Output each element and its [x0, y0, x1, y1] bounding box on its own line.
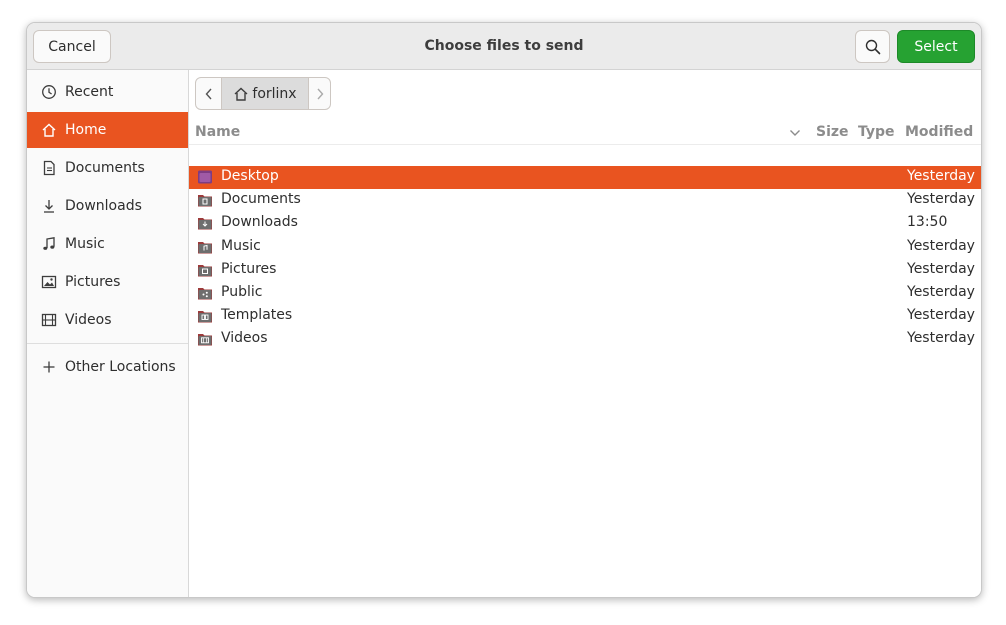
- file-chooser-dialog: Choose files to send Cancel Select Recen…: [26, 22, 982, 598]
- file-modified: Yesterday: [907, 284, 975, 300]
- sidebar-item-label: Downloads: [65, 198, 142, 214]
- sidebar-item-pictures[interactable]: Pictures: [27, 264, 188, 300]
- file-name: Public: [221, 284, 263, 300]
- file-modified: 13:50: [907, 214, 948, 230]
- clock-icon: [40, 83, 58, 101]
- documents-folder-icon: [198, 195, 212, 207]
- home-icon: [40, 121, 58, 139]
- path-button-label: forlinx: [252, 85, 297, 102]
- sidebar-item-videos[interactable]: Videos: [27, 302, 188, 338]
- sidebar-item-label: Other Locations: [65, 359, 176, 375]
- music-note-icon: [40, 235, 58, 253]
- file-row[interactable]: Downloads 13:50: [189, 212, 981, 235]
- column-header: Name Size Type Modified: [189, 122, 981, 145]
- file-modified: Yesterday: [907, 168, 975, 184]
- header-bar: Choose files to send Cancel Select: [27, 23, 981, 70]
- film-icon: [40, 311, 58, 329]
- picture-icon: [40, 273, 58, 291]
- file-row[interactable]: Desktop Yesterday: [189, 166, 981, 189]
- videos-folder-icon: [198, 334, 212, 346]
- sidebar-item-label: Pictures: [65, 274, 121, 290]
- file-name: Videos: [221, 330, 268, 346]
- templates-folder-icon: [198, 311, 212, 323]
- path-back-button[interactable]: [196, 78, 221, 109]
- dialog-title: Choose files to send: [424, 38, 584, 54]
- file-name: Pictures: [221, 261, 277, 277]
- path-button-home[interactable]: forlinx: [221, 78, 309, 109]
- file-name: Desktop: [221, 168, 279, 184]
- home-icon: [233, 86, 249, 102]
- download-icon: [40, 197, 58, 215]
- sidebar-item-label: Videos: [65, 312, 112, 328]
- pictures-folder-icon: [198, 265, 212, 277]
- plus-icon: [40, 358, 58, 376]
- file-modified: Yesterday: [907, 307, 975, 323]
- path-forward-button[interactable]: [307, 78, 330, 109]
- file-row[interactable]: Music Yesterday: [189, 236, 981, 259]
- sidebar-item-label: Music: [65, 236, 105, 252]
- path-bar: forlinx: [195, 77, 331, 110]
- places-sidebar: Recent Home Documents Downloads Music Pi…: [27, 70, 189, 597]
- file-modified: Yesterday: [907, 330, 975, 346]
- file-row[interactable]: Videos Yesterday: [189, 328, 981, 351]
- search-button[interactable]: [855, 30, 890, 63]
- file-list-pane: forlinx Name Size Type Modified Desktop …: [189, 70, 981, 597]
- sidebar-item-recent[interactable]: Recent: [27, 74, 188, 110]
- chevron-left-icon: [205, 88, 212, 99]
- file-row[interactable]: Documents Yesterday: [189, 189, 981, 212]
- sidebar-item-label: Home: [65, 122, 107, 138]
- column-modified[interactable]: Modified: [905, 124, 973, 140]
- sidebar-item-label: Recent: [65, 84, 114, 100]
- column-type[interactable]: Type: [858, 124, 895, 140]
- select-button[interactable]: Select: [897, 30, 975, 63]
- column-name[interactable]: Name: [195, 124, 240, 140]
- file-modified: Yesterday: [907, 191, 975, 207]
- file-modified: Yesterday: [907, 238, 975, 254]
- chevron-down-icon[interactable]: [789, 128, 801, 138]
- sidebar-item-label: Documents: [65, 160, 145, 176]
- sidebar-item-documents[interactable]: Documents: [27, 150, 188, 186]
- chevron-right-icon: [316, 88, 323, 99]
- cancel-button[interactable]: Cancel: [33, 30, 111, 63]
- sidebar-divider: [27, 343, 188, 344]
- search-icon: [865, 39, 880, 54]
- public-folder-icon: [198, 288, 212, 300]
- column-size[interactable]: Size: [816, 124, 849, 140]
- file-row[interactable]: Pictures Yesterday: [189, 259, 981, 282]
- document-icon: [40, 159, 58, 177]
- file-row[interactable]: Public Yesterday: [189, 282, 981, 305]
- file-name: Templates: [221, 307, 293, 323]
- sidebar-item-music[interactable]: Music: [27, 226, 188, 262]
- sidebar-item-other-locations[interactable]: Other Locations: [27, 349, 188, 385]
- file-name: Downloads: [221, 214, 298, 230]
- desktop-folder-icon: [198, 170, 212, 184]
- file-row[interactable]: Templates Yesterday: [189, 305, 981, 328]
- file-name: Documents: [221, 191, 301, 207]
- sidebar-item-home[interactable]: Home: [27, 112, 188, 148]
- music-folder-icon: [198, 242, 212, 254]
- file-modified: Yesterday: [907, 261, 975, 277]
- downloads-folder-icon: [198, 218, 212, 230]
- sidebar-item-downloads[interactable]: Downloads: [27, 188, 188, 224]
- file-name: Music: [221, 238, 261, 254]
